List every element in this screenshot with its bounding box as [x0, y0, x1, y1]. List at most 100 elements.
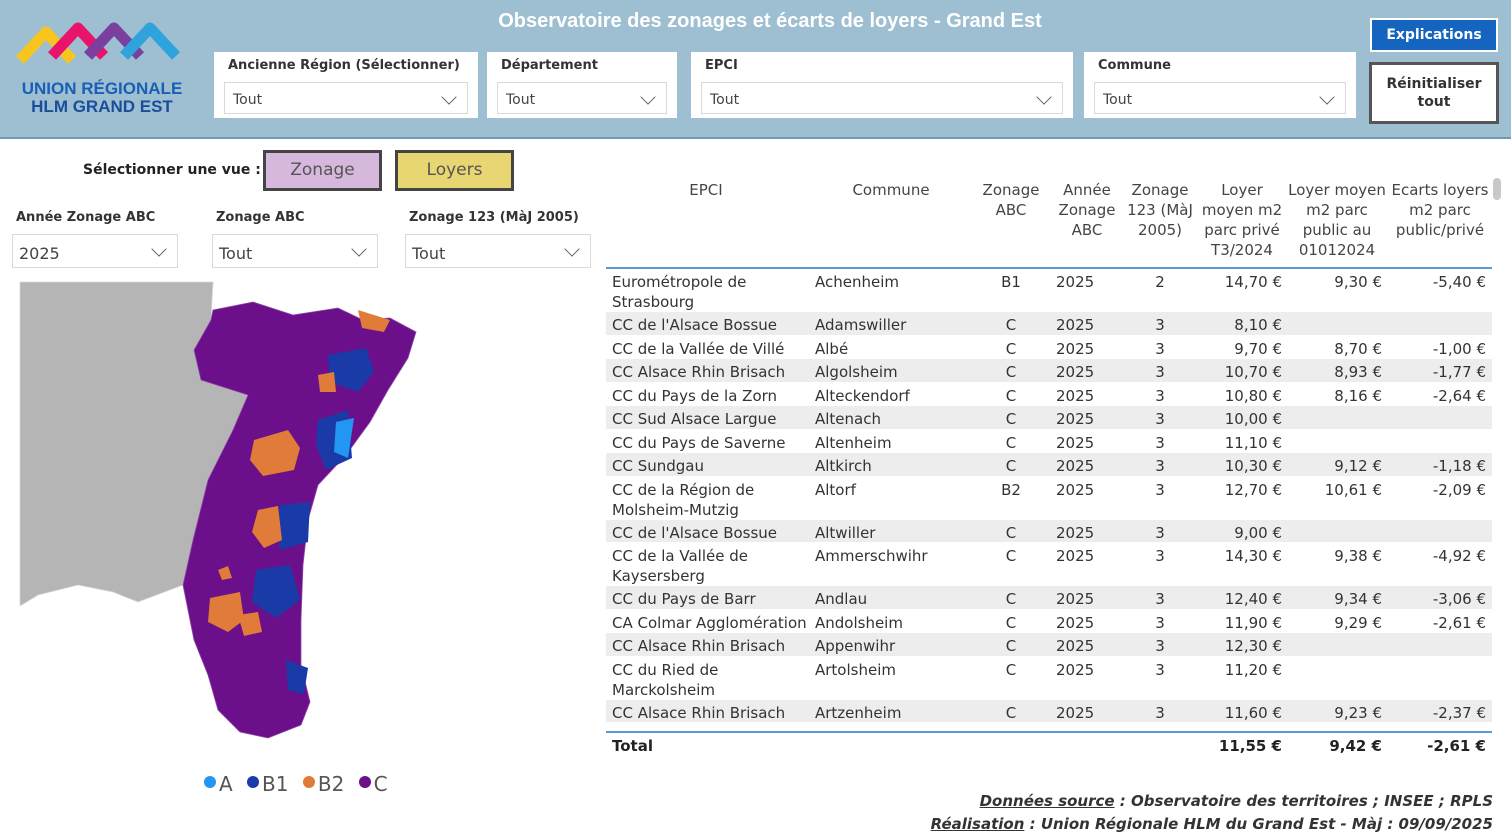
legend-item-b2[interactable]: B2 — [302, 772, 344, 796]
cell-epci: CC du Pays de Saverne — [612, 433, 786, 452]
table-header: EPCI Commune Zonage ABC Année Zonage ABC… — [606, 176, 1492, 269]
loyers-view-button[interactable]: Loyers — [395, 150, 514, 191]
cell-zonage-123: 2 — [1155, 273, 1165, 291]
cell-commune: Achenheim — [815, 273, 900, 291]
slicer-dropdown-zonage-abc[interactable]: Tout — [212, 234, 378, 268]
chevron-down-icon — [1319, 89, 1335, 105]
cell-loyer-public: 9,34 € — [1334, 590, 1382, 608]
cell-annee: 2025 — [1056, 613, 1095, 632]
header-bar: UNION RÉGIONALE HLM GRAND EST Observatoi… — [0, 0, 1511, 139]
cell-commune: Andlau — [815, 590, 868, 608]
col-header-epci[interactable]: EPCI — [666, 180, 746, 200]
slicer-dropdown-zonage-123[interactable]: Tout — [405, 234, 591, 268]
zonage-map[interactable] — [18, 280, 438, 740]
filter-commune: Commune Tout — [1084, 52, 1356, 118]
table-scrollbar[interactable] — [1493, 178, 1501, 200]
table-row[interactable]: CC du Ried de Marckolsheim Artolsheim C 202… — [606, 657, 1492, 700]
cell-zonage-abc: C — [1005, 660, 1017, 679]
slicer-dropdown-annee[interactable]: 2025 — [12, 234, 178, 268]
legend-label: B1 — [262, 772, 289, 796]
cell-ecart: -3,06 € — [1432, 590, 1486, 608]
map-zone-b2 — [318, 372, 336, 392]
legend-item-b1[interactable]: B1 — [247, 772, 289, 796]
cell-epci: Eurométropole de Strasbourg — [612, 273, 747, 311]
slicer-value: 2025 — [19, 244, 60, 263]
cell-zonage-abc: C — [1005, 637, 1017, 655]
col-header-loyer-prive[interactable]: Loyer moyen m2 parc privé T3/2024 — [1198, 180, 1286, 260]
table-row[interactable]: CC de l'Alsace Bossue Adamswiller C 2025 3 8,… — [606, 312, 1492, 336]
legend-item-c[interactable]: C — [358, 772, 388, 796]
cell-ecart: -1,77 € — [1432, 363, 1486, 381]
logo-text-line1: UNION RÉGIONALE — [21, 79, 183, 98]
cell-loyer-public: 9,30 € — [1334, 273, 1382, 291]
cell-loyer-prive: 10,30 € — [1224, 457, 1282, 475]
logo-text-line2: HLM GRAND EST — [31, 97, 173, 116]
cell-commune: Andolsheim — [815, 613, 903, 632]
cell-annee: 2025 — [1056, 410, 1095, 428]
footer-realisation-text: : Union Régionale HLM du Grand Est - Màj… — [1024, 815, 1493, 833]
cell-epci: CC Sud Alsace Largue — [612, 410, 777, 428]
table-row[interactable]: CC de l'Alsace Bossue Altwiller C 2025 3 9,00… — [606, 519, 1492, 543]
table-row[interactable]: CC de la Vallée de Kaysersberg Ammerschwi… — [606, 543, 1492, 586]
cell-zonage-123: 3 — [1155, 523, 1165, 542]
table-row[interactable]: CC de la Vallée de Villé Albé C 2025 3 9,70 €… — [606, 336, 1492, 359]
cell-loyer-prive: 10,70 € — [1224, 363, 1282, 381]
cell-zonage-123: 3 — [1155, 433, 1165, 452]
cell-zonage-123: 3 — [1155, 660, 1165, 679]
filter-value: Tout — [1103, 92, 1133, 108]
table-row[interactable]: CC Sud Alsace Largue Altenach C 2025 3 10,00 … — [606, 406, 1492, 430]
cell-annee: 2025 — [1056, 339, 1095, 358]
explications-button[interactable]: Explications — [1370, 18, 1498, 52]
reset-all-button[interactable]: Réinitialiser tout — [1369, 62, 1499, 124]
cell-zonage-abc: C — [1005, 457, 1017, 475]
cell-loyer-prive: 9,00 € — [1234, 523, 1282, 542]
slicer-label: Année Zonage ABC — [16, 210, 156, 225]
col-header-annee-zonage[interactable]: Année Zonage ABC — [1050, 180, 1124, 240]
cell-loyer-public: 9,38 € — [1334, 547, 1382, 565]
col-header-ecarts[interactable]: Ecarts loyers m2 parc public/privé — [1390, 180, 1490, 240]
table-row[interactable]: CC du Pays de Barr Andlau C 2025 3 12,40 € 9,3… — [606, 586, 1492, 610]
cell-loyer-prive: 10,80 € — [1224, 386, 1282, 405]
cell-loyer-prive: 11,10 € — [1224, 433, 1282, 452]
cell-annee: 2025 — [1056, 590, 1095, 608]
legend-item-a[interactable]: A — [204, 772, 233, 796]
cell-epci: CC de l'Alsace Bossue — [612, 523, 778, 542]
filter-value: Tout — [710, 92, 740, 108]
legend-label: A — [219, 772, 233, 796]
filter-epci: EPCI Tout — [691, 52, 1073, 118]
cell-loyer-public: 8,16 € — [1334, 386, 1382, 405]
table-row[interactable]: CC Sundgau Altkirch C 2025 3 10,30 € 9,12 € -1,… — [606, 453, 1492, 477]
table-row[interactable]: CC de la Région de Molsheim-Mutzig Altorf… — [606, 477, 1492, 520]
col-header-commune[interactable]: Commune — [836, 180, 946, 200]
filter-dropdown-epci[interactable]: Tout — [701, 82, 1063, 114]
cell-zonage-123: 3 — [1155, 457, 1165, 475]
filter-dropdown-departement[interactable]: Tout — [497, 82, 667, 114]
table-row[interactable]: Eurométropole de Strasbourg Achenheim B1 20… — [606, 269, 1492, 312]
cell-commune: Artolsheim — [815, 660, 896, 679]
cell-annee: 2025 — [1056, 660, 1095, 679]
cell-zonage-abc: C — [1005, 590, 1017, 608]
table-row[interactable]: CC du Pays de la Zorn Alteckendorf C 2025 3 1… — [606, 383, 1492, 406]
cell-annee: 2025 — [1056, 386, 1095, 405]
cell-commune: Altorf — [815, 480, 856, 499]
table-row[interactable]: CA Colmar Agglomération Andolsheim C 2025 3 1… — [606, 610, 1492, 633]
zonage-view-button[interactable]: Zonage — [263, 150, 382, 191]
cell-zonage-abc: C — [1005, 613, 1017, 632]
table-row[interactable]: CC Alsace Rhin Brisach Algolsheim C 2025 3 10… — [606, 359, 1492, 383]
table-row[interactable]: CC du Pays de Saverne Altenheim C 2025 3 11,1… — [606, 430, 1492, 453]
cell-epci: CC Alsace Rhin Brisach — [612, 703, 786, 722]
cell-zonage-abc: C — [1005, 523, 1017, 542]
filter-dropdown-ancienne-region[interactable]: Tout — [224, 82, 468, 114]
col-header-zonage-123[interactable]: Zonage 123 (MàJ 2005) — [1126, 180, 1194, 240]
col-header-zonage-abc[interactable]: Zonage ABC — [978, 180, 1044, 220]
cell-commune: Altkirch — [815, 457, 872, 475]
filter-dropdown-commune[interactable]: Tout — [1094, 82, 1346, 114]
cell-commune: Ammerschwihr — [815, 547, 928, 565]
chevron-down-icon — [640, 89, 656, 105]
table-row[interactable]: CC Alsace Rhin Brisach Appenwihr C 2025 3 12,… — [606, 633, 1492, 657]
table-row[interactable]: CC Alsace Rhin Brisach Artzenheim C 2025 3 11… — [606, 699, 1492, 723]
total-label: Total — [612, 737, 653, 755]
col-header-loyer-public[interactable]: Loyer moyen m2 parc public au 01012024 — [1288, 180, 1386, 260]
cell-loyer-public: 9,12 € — [1334, 457, 1382, 475]
cell-zonage-123: 3 — [1155, 590, 1165, 608]
